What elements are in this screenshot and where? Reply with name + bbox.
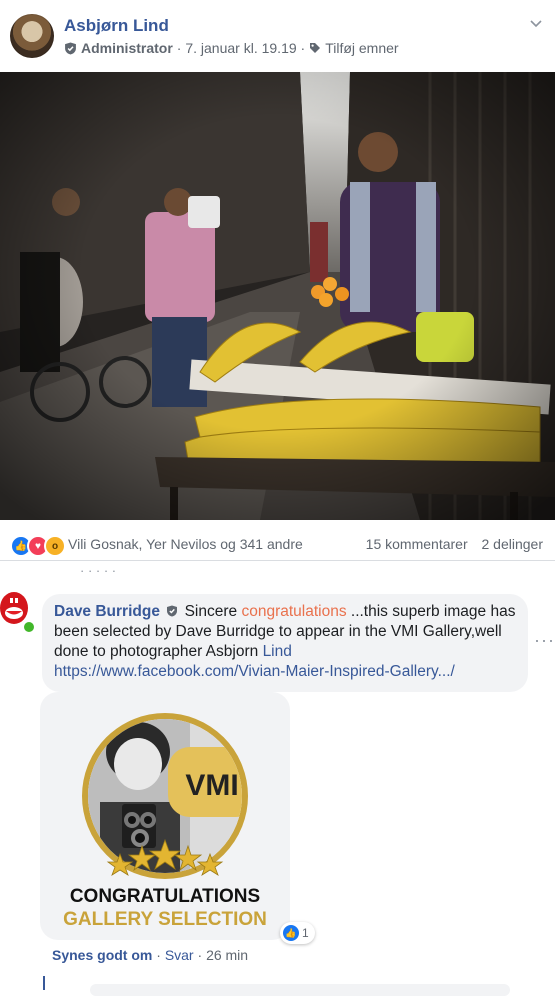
reaction-icons[interactable]: 👍 ♥ o <box>10 535 66 557</box>
comment-author-name[interactable]: Dave Burridge <box>54 603 160 620</box>
comment-highlight-word: congratulations <box>241 603 347 620</box>
gallery-badge-image[interactable]: VMI CONGRATULATIONS GALLERY SELECTION <box>40 692 290 940</box>
post-author-name[interactable]: Asbjørn Lind <box>64 16 169 36</box>
comment-reaction-number: 1 <box>302 926 309 940</box>
comment-text-start: Sincere <box>184 603 238 620</box>
comment-time[interactable]: 26 min <box>206 947 248 963</box>
wow-reaction-icon: o <box>44 535 66 557</box>
post-header: Asbjørn Lind Administrator · 7. januar k… <box>0 0 555 72</box>
badge-title-line1: CONGRATULATIONS <box>70 886 260 907</box>
more-options-icon[interactable]: ··· <box>534 630 555 651</box>
clipped-previous-reply: · · · · · <box>80 568 117 578</box>
post-date[interactable]: · 7. januar kl. 19.19 · <box>177 40 305 56</box>
comments-count-link[interactable]: 15 kommentarer <box>366 536 468 552</box>
post-photo[interactable] <box>0 72 555 520</box>
admin-shield-icon <box>167 605 178 617</box>
author-avatar[interactable] <box>10 14 54 58</box>
tag-icon <box>310 43 321 53</box>
reaction-names[interactable]: Vili Gosnak, Yer Nevilos og 341 andre <box>68 536 303 552</box>
next-comment-bubble <box>90 984 510 996</box>
admin-role-label: Administrator <box>81 40 173 56</box>
alley-banana-vendor-photo <box>0 72 555 520</box>
chevron-down-icon[interactable] <box>529 16 543 30</box>
comment-bubble: Dave Burridge Sincere congratulations ..… <box>42 594 528 692</box>
admin-shield-icon <box>65 42 76 54</box>
post-meta: Administrator · 7. januar kl. 19.19 · Ti… <box>64 40 399 56</box>
badge-logo-text: VMI <box>185 769 238 802</box>
shares-count-link[interactable]: 2 delinger <box>482 536 544 552</box>
comment-actions: Synes godt om · Svar · 26 min <box>52 947 249 963</box>
vmi-badge-graphic: VMI CONGRATULATIONS GALLERY SELECTION <box>63 713 267 930</box>
reply-thread-line <box>43 976 45 990</box>
like-reaction-icon: 👍 <box>283 925 299 941</box>
reactions-summary-bar: 👍 ♥ o Vili Gosnak, Yer Nevilos og 341 an… <box>0 526 555 561</box>
post-counts: 15 kommentarer 2 delinger <box>356 536 543 552</box>
comment-reaction-count[interactable]: 👍 1 <box>280 922 315 944</box>
add-topic-link[interactable]: Tilføj emner <box>325 40 398 56</box>
comment-url-link[interactable]: https://www.facebook.com/Vivian-Maier-In… <box>54 663 455 680</box>
comment-like-button[interactable]: Synes godt om <box>52 947 152 963</box>
badge-title-line2: GALLERY SELECTION <box>63 909 267 930</box>
mention-link[interactable]: Lind <box>263 643 292 660</box>
comment-reply-button[interactable]: Svar <box>165 947 194 963</box>
online-status-dot <box>22 620 36 634</box>
